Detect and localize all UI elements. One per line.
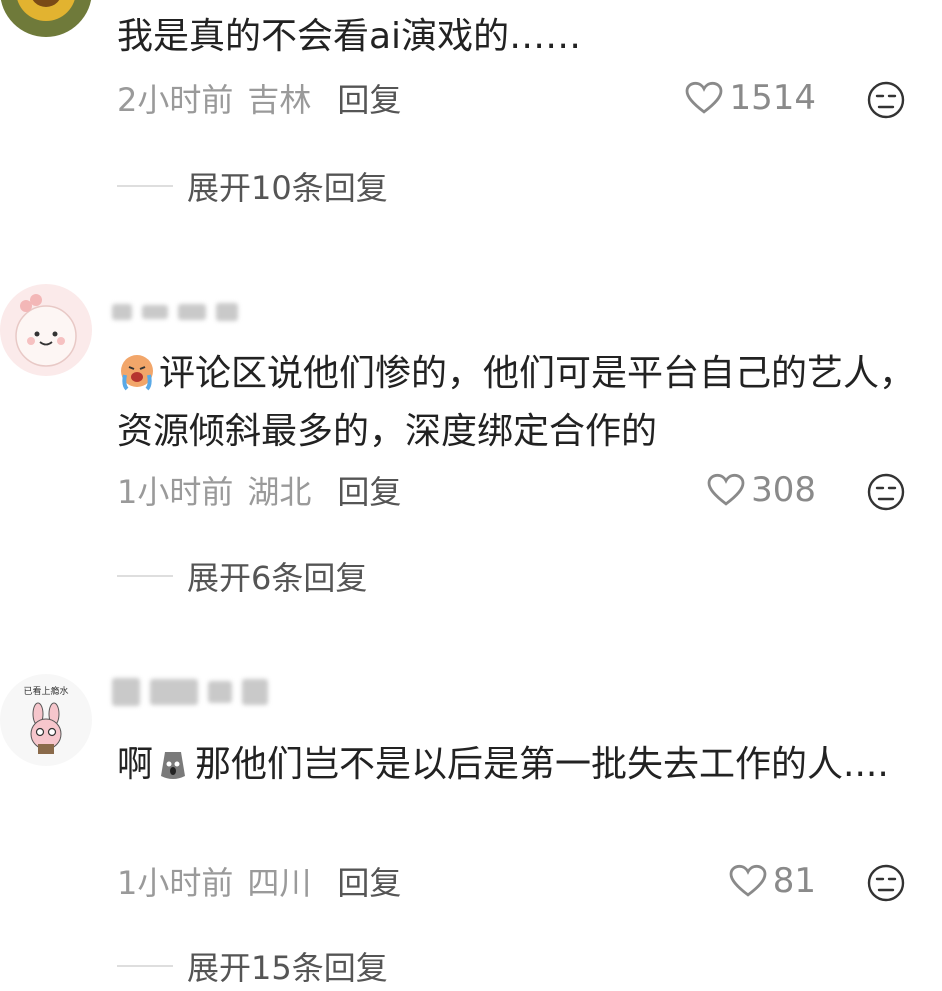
comment-location: 吉林 [247, 81, 312, 119]
dislike-face-icon[interactable] [866, 80, 906, 120]
expand-replies-button[interactable]: 展开10条回复 [117, 166, 388, 207]
like-count: 1514 [729, 78, 816, 118]
comment-text-prefix: 啊 [117, 744, 154, 785]
user-avatar[interactable] [0, 0, 92, 37]
divider-line [117, 575, 173, 577]
username-blur-block [150, 679, 198, 705]
comment-text-content: 我是真的不会看ai演戏的…… [117, 16, 582, 57]
divider-line [117, 185, 173, 187]
username-blur-block [112, 678, 140, 706]
comment-text: 我是真的不会看ai演戏的…… [117, 8, 917, 66]
username-blurred [112, 678, 268, 706]
user-avatar[interactable]: 已看上瘾水 [0, 674, 92, 766]
comment-meta: 1小时前 四川 回复 [117, 858, 401, 904]
sunflower-avatar-icon [0, 0, 92, 37]
username-blur-block [242, 679, 268, 705]
reply-button[interactable]: 回复 [337, 75, 401, 121]
avatar-caption: 已看上瘾水 [23, 685, 68, 697]
like-button[interactable]: 308 [707, 470, 816, 510]
like-count: 308 [751, 470, 816, 510]
username-blur-block [216, 303, 238, 321]
heart-icon [686, 81, 723, 114]
expand-replies-button[interactable]: 展开6条回复 [117, 556, 368, 597]
comment-time: 1小时前 [117, 864, 234, 902]
comment-text-content: 那他们岂不是以后是第一批失去工作的人.... [195, 744, 889, 785]
divider-line [117, 965, 173, 967]
username-blur-block [208, 681, 232, 703]
bunny-avatar-icon: 已看上瘾水 [0, 674, 92, 766]
like-button[interactable]: 81 [729, 861, 816, 901]
like-button[interactable]: 1514 [685, 78, 816, 118]
username-blur-block [178, 304, 206, 320]
expand-replies-label: 展开15条回复 [187, 949, 388, 987]
expand-replies-label: 展开10条回复 [187, 169, 388, 207]
username-blurred [112, 298, 238, 326]
heart-icon [729, 864, 767, 897]
comment-text-content: 评论区说他们惨的，他们可是平台自己的艺人，资源倾斜最多的，深度绑定合作的 [117, 353, 916, 452]
comment-time: 1小时前 [117, 473, 234, 511]
comment-meta: 2小时前 吉林 回复 [117, 75, 401, 121]
username-blur-block [142, 305, 168, 319]
comment-text: 评论区说他们惨的，他们可是平台自己的艺人，资源倾斜最多的，深度绑定合作的 [117, 345, 917, 461]
reply-button[interactable]: 回复 [337, 858, 401, 904]
reply-button[interactable]: 回复 [337, 467, 401, 513]
like-count: 81 [772, 861, 816, 901]
crying-emoji-icon [121, 355, 153, 391]
comment-meta: 1小时前 湖北 回复 [117, 467, 401, 513]
shocked-pouch-emoji-icon [161, 752, 186, 779]
dislike-face-icon[interactable] [866, 863, 906, 903]
username-blur-block [112, 304, 132, 320]
pink-cartoon-avatar-icon [0, 284, 92, 376]
comment-time: 2小时前 [117, 81, 234, 119]
comment-location: 四川 [247, 864, 312, 902]
expand-replies-label: 展开6条回复 [187, 559, 368, 597]
comment-text: 啊 那他们岂不是以后是第一批失去工作的人.... [117, 736, 917, 794]
expand-replies-button[interactable]: 展开15条回复 [117, 946, 388, 987]
heart-icon [707, 473, 745, 506]
user-avatar[interactable] [0, 284, 92, 376]
dislike-face-icon[interactable] [866, 472, 906, 512]
comment-location: 湖北 [247, 473, 312, 511]
